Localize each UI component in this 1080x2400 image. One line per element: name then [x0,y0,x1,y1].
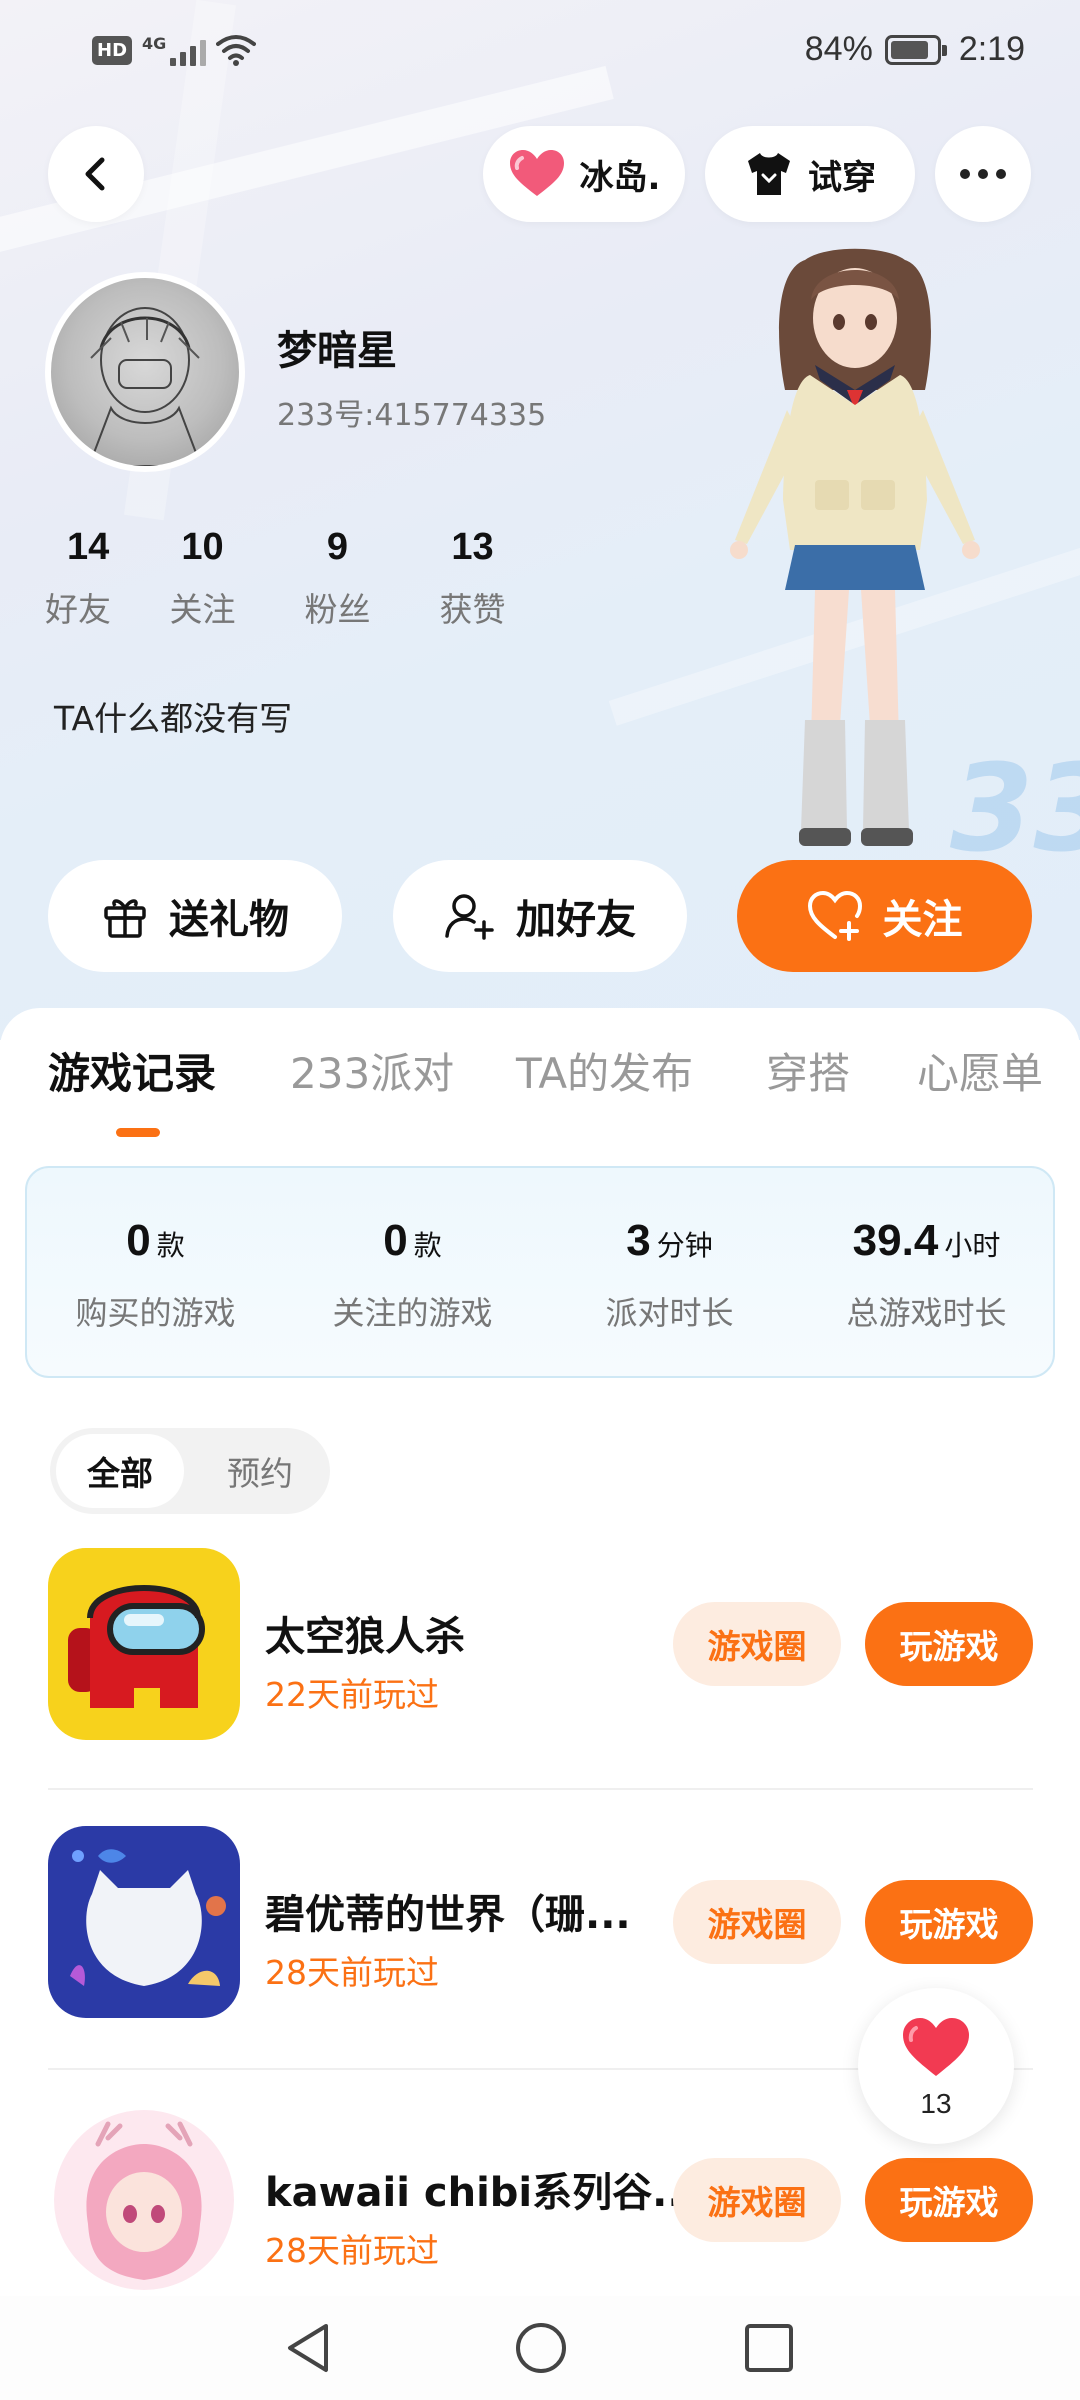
game-name: kawaii chibi系列谷... [265,2170,685,2216]
filter-reserved[interactable]: 预约 [200,1434,320,1508]
try-on-label: 试穿 [808,157,876,198]
stat-following[interactable]: 10 关注 [135,526,270,631]
game-name: 太空狼人杀 [265,1614,465,1660]
list-item[interactable]: kawaii chibi系列谷... 28天前玩过 游戏圈 玩游戏 [48,2104,1033,2299]
heart-icon [509,150,564,196]
more-dots-icon [960,169,970,179]
battery-percent: 84% [804,30,873,68]
last-played: 28天前玩过 [265,2231,439,2270]
divider [48,1788,1033,1790]
add-user-icon [445,894,494,940]
send-gift-button[interactable]: 送礼物 [48,860,342,972]
active-tab-indicator [116,1128,160,1137]
stat-value: 39.4 [852,1216,939,1265]
stat-value: 9 [326,526,349,568]
tab-game-records[interactable]: 游戏记录 [48,1040,216,1101]
ice-island-label: 冰岛. [579,157,661,198]
game-circle-button[interactable]: 游戏圈 [673,2158,841,2242]
add-friend-label: 加好友 [516,897,636,943]
tab-wishlist[interactable]: 心愿单 [917,1040,1043,1101]
heart-plus-icon [807,891,862,941]
stat-label: 好友 [45,590,111,629]
decorative-233-logo: 33 [950,740,1080,879]
send-gift-label: 送礼物 [169,897,289,943]
profile-stats: 14 好友 10 关注 9 粉丝 13 获赞 [45,526,540,631]
stat-value: 14 [67,526,110,568]
stat-unit: 小时 [944,1229,1001,1262]
stat-value: 0 [126,1216,151,1265]
stat-fans[interactable]: 9 粉丝 [270,526,405,631]
gift-icon [104,899,146,938]
stat-likes[interactable]: 13 获赞 [405,526,540,631]
network-type: 4G [142,34,167,53]
nav-recents-icon[interactable] [743,2322,795,2374]
game-name: 碧优蒂的世界（珊... [265,1892,631,1938]
list-item[interactable]: 碧优蒂的世界（珊... 28天前玩过 游戏圈 玩游戏 [48,1826,1033,2021]
signal-icon [170,34,207,66]
like-count: 13 [920,2088,952,2119]
stat-value: 3 [626,1216,651,1265]
stat-value: 13 [451,526,494,568]
back-button[interactable] [48,126,144,222]
list-item[interactable]: 太空狼人杀 22天前玩过 游戏圈 玩游戏 [48,1548,1033,1743]
stat-value: 10 [181,526,224,568]
stat-friends[interactable]: 14 好友 [45,526,135,631]
game-circle-button[interactable]: 游戏圈 [673,1602,841,1686]
game-icon-kawaii-chibi [48,2104,240,2296]
wifi-icon [216,35,257,66]
nav-back-icon[interactable] [282,2320,334,2376]
battery-icon [884,34,947,65]
tab-233-party[interactable]: 233派对 [290,1040,454,1101]
bio-text: TA什么都没有写 [54,699,293,738]
last-played: 28天前玩过 [265,1953,439,1992]
more-options-button[interactable] [935,126,1031,222]
stat-unit: 分钟 [656,1229,713,1262]
stat-unit: 款 [413,1229,442,1262]
stat-label: 派对时长 [605,1294,734,1332]
tab-posts[interactable]: TA的发布 [516,1040,693,1101]
game-circle-button[interactable]: 游戏圈 [673,1880,841,1964]
avatar-sketch-image [87,307,203,466]
system-navigation-bar [0,2296,1080,2400]
profile-tabs: 游戏记录 233派对 TA的发布 穿搭 心愿单 [0,1040,1080,1130]
play-game-button[interactable]: 玩游戏 [865,1880,1033,1964]
follow-button[interactable]: 关注 [737,860,1032,972]
stat-unit: 款 [156,1229,185,1262]
stat-value: 0 [383,1216,408,1265]
try-on-button[interactable]: 试穿 [705,126,915,222]
stat-label: 关注的游戏 [332,1294,493,1332]
like-float-button[interactable]: 13 [858,1988,1014,2144]
game-stats-card: 0款 购买的游戏 0款 关注的游戏 3 分钟 派对时长 39.4 小时 总游戏时长 [25,1166,1055,1378]
follow-label: 关注 [882,897,963,943]
stat-label: 购买的游戏 [75,1294,236,1332]
play-game-button[interactable]: 玩游戏 [865,2158,1033,2242]
status-bar: HD 4G 84% 2:19 [0,0,1080,110]
stat-purchased-games: 0款 购买的游戏 [27,1216,284,1334]
add-friend-button[interactable]: 加好友 [393,860,687,972]
last-played: 22天前玩过 [265,1675,439,1714]
game-filter-toggle: 全部 预约 [50,1428,330,1514]
stat-label: 获赞 [439,590,506,629]
stat-label: 总游戏时长 [846,1294,1007,1332]
avatar[interactable] [45,272,245,472]
play-game-button[interactable]: 玩游戏 [865,1602,1033,1686]
tab-outfits[interactable]: 穿搭 [766,1040,850,1101]
filter-all[interactable]: 全部 [56,1434,184,1508]
stat-label: 粉丝 [304,590,371,629]
game-icon-among-us [48,1548,240,1740]
stat-label: 关注 [169,590,236,629]
hd-indicator: HD [92,35,133,65]
nav-home-icon[interactable] [513,2320,569,2376]
nickname: 梦暗星 [277,328,397,374]
user-id[interactable]: 233号:415774335 [277,390,546,434]
ice-island-button[interactable]: 冰岛. [483,126,685,222]
game-icon-bbyd-world [48,1826,240,2018]
heart-icon [903,2018,969,2076]
stat-followed-games: 0款 关注的游戏 [284,1216,541,1334]
stat-party-duration: 3 分钟 派对时长 [541,1216,798,1334]
clock: 2:19 [958,30,1025,68]
stat-total-play-time: 39.4 小时 总游戏时长 [798,1216,1055,1334]
shirt-icon [748,153,790,195]
chevron-left-icon [85,157,105,191]
